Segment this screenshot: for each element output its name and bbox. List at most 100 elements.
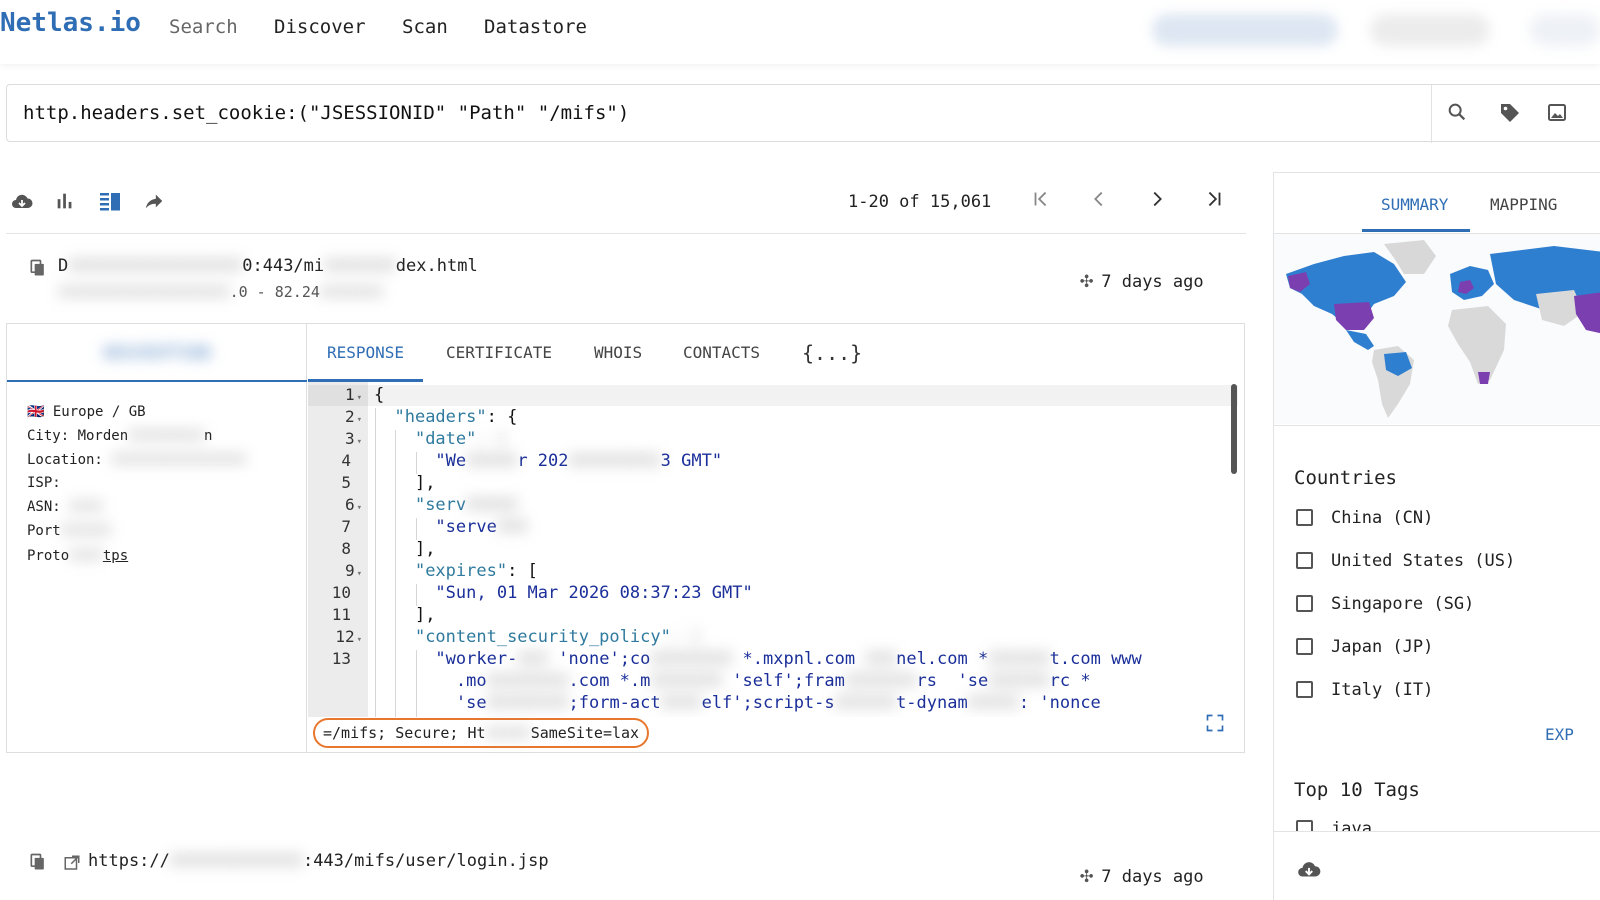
- info-port-redacted: XXXXXX: [60, 523, 112, 539]
- country-filter-sg[interactable]: Singapore (SG): [1296, 594, 1474, 614]
- expand-countries-link[interactable]: EXP: [1545, 725, 1574, 744]
- country-filter-jp[interactable]: Japan (JP): [1296, 637, 1433, 657]
- cloud-download-icon[interactable]: [9, 190, 35, 216]
- tab-certificate[interactable]: CERTIFICATE: [446, 324, 552, 382]
- world-map[interactable]: [1274, 234, 1600, 424]
- map-central-america: [1346, 330, 1374, 350]
- map-europe: [1450, 266, 1494, 300]
- tags-heading: Top 10 Tags: [1294, 779, 1420, 801]
- snippet-redacted: XXXXX: [485, 724, 531, 742]
- country-label: Singapore (SG): [1331, 594, 1475, 614]
- info-port-label: Port: [27, 523, 61, 539]
- tab-whois[interactable]: WHOIS: [594, 324, 642, 382]
- code-redacted: XXX: [496, 517, 528, 537]
- search-icon[interactable]: [1444, 101, 1470, 127]
- code-line-13-wrap-2: 'seXXXXXXXX;form-actXXXXelf';script-sXXX…: [374, 693, 1101, 713]
- checkbox[interactable]: [1296, 681, 1313, 698]
- info-asn-redacted: XXXX: [69, 499, 103, 515]
- code-redacted: XXXX: [660, 693, 702, 713]
- checkbox[interactable]: [1296, 820, 1313, 831]
- result2-url[interactable]: https://XXXXXXXXXXXXX:443/mifs/user/logi…: [88, 851, 549, 871]
- copy-icon[interactable]: [28, 258, 48, 283]
- country-filter-it[interactable]: Italy (IT): [1296, 680, 1433, 700]
- panel-divider: [1274, 425, 1600, 426]
- nav-scan[interactable]: Scan: [402, 16, 448, 38]
- first-page-icon[interactable]: [1027, 188, 1055, 216]
- nav-user-blurred[interactable]: [1530, 14, 1600, 46]
- code-line-2: "headers": {: [374, 407, 517, 427]
- nav-datastore[interactable]: Datastore: [484, 16, 587, 38]
- json-code-viewer[interactable]: 1 ▾ 2 ▾ 3 ▾ 4 5 6 ▾ 7 8 9 ▾ 10 11 12 ▾ 13 { "headers": { "…: [308, 382, 1244, 717]
- nav-search[interactable]: Search: [169, 16, 238, 38]
- fold-toggle-icon[interactable]: ▾: [357, 569, 362, 579]
- search-input[interactable]: http.headers.set_cookie:("JSESSIONID" "P…: [23, 102, 629, 124]
- checkbox[interactable]: [1296, 638, 1313, 655]
- result-subline-redacted: XXXXXXXXXXXXXXXXXXX: [58, 283, 230, 301]
- prev-page-icon[interactable]: [1085, 188, 1113, 216]
- line-number[interactable]: 6 ▾: [308, 495, 362, 514]
- info-location-redacted: XXXXXXXXXXXXXXXX: [111, 452, 247, 468]
- bar-chart-icon[interactable]: [52, 190, 78, 216]
- country-filter-us[interactable]: United States (US): [1296, 551, 1515, 571]
- fold-toggle-icon[interactable]: ▾: [357, 635, 362, 645]
- copy-icon[interactable]: [28, 853, 48, 877]
- netlas-logo[interactable]: Netlas.io: [0, 8, 141, 38]
- code-redacted: : [: [476, 429, 508, 449]
- info-protocol-link[interactable]: tps: [103, 548, 128, 564]
- code-line-1: {: [374, 385, 384, 405]
- nav-discover[interactable]: Discover: [274, 16, 366, 38]
- tab-description[interactable]: DESCRIPTION: [7, 324, 307, 382]
- result2-timestamp: ✣ 7 days ago: [1080, 863, 1204, 888]
- fullscreen-icon[interactable]: [1205, 713, 1225, 738]
- checkbox[interactable]: [1296, 595, 1313, 612]
- external-link-icon[interactable]: [63, 855, 81, 877]
- map-east-asia: [1574, 292, 1600, 334]
- tab-contacts[interactable]: CONTACTS: [683, 324, 760, 382]
- code-string: t.com www: [1049, 649, 1142, 669]
- fold-toggle-icon[interactable]: ▾: [357, 503, 362, 513]
- cloud-download-icon[interactable]: [1296, 857, 1322, 887]
- tab-summary[interactable]: SUMMARY: [1381, 195, 1448, 214]
- map-usa: [1334, 302, 1374, 330]
- map-africa: [1448, 306, 1506, 384]
- line-number[interactable]: 3 ▾: [308, 429, 362, 448]
- result-url[interactable]: DXXXXXXXXXXXXXXXXX0:443/miXXXXXXXdex.htm…: [58, 256, 478, 276]
- tag-filter-java[interactable]: java: [1296, 819, 1372, 831]
- country-label: United States (US): [1331, 551, 1516, 571]
- line-number[interactable]: 12 ▾: [308, 627, 362, 646]
- list-view-icon[interactable]: [97, 190, 123, 216]
- info-city-label: City: Morden: [27, 428, 129, 444]
- description-panel: DESCRIPTION 🇬🇧 Europe / GB City: MordenX…: [7, 324, 307, 752]
- tab-description-label: DESCRIPTION: [104, 343, 210, 362]
- code-scrollbar[interactable]: [1231, 384, 1237, 474]
- country-filter-cn[interactable]: China (CN): [1296, 508, 1433, 528]
- next-page-icon[interactable]: [1143, 188, 1171, 216]
- country-label: China (CN): [1331, 508, 1434, 528]
- last-page-icon[interactable]: [1200, 188, 1228, 216]
- account-area-blurred[interactable]: [1152, 14, 1338, 46]
- panel-divider: [1274, 831, 1600, 832]
- countries-heading: Countries: [1294, 467, 1397, 489]
- tag-icon[interactable]: [1497, 101, 1523, 127]
- code-line-4: "WeXXXXXr 202XXXXXXXXX3 GMT": [374, 451, 722, 471]
- scan-source-icon: ✣: [1080, 268, 1094, 293]
- code-text: ],: [414, 605, 436, 625]
- share-icon[interactable]: [141, 190, 167, 216]
- line-number[interactable]: 9 ▾: [308, 561, 362, 580]
- tab-mapping[interactable]: MAPPING: [1490, 195, 1557, 214]
- result-tabs: RESPONSE CERTIFICATE WHOIS CONTACTS {...…: [308, 324, 1244, 382]
- info-city-rest: n: [204, 428, 213, 444]
- code-line-11: ],: [374, 605, 435, 625]
- fold-toggle-icon[interactable]: ▾: [357, 415, 362, 425]
- image-search-icon[interactable]: [1545, 101, 1571, 127]
- line-number: 5: [341, 473, 351, 492]
- tab-raw-json[interactable]: {...}: [802, 324, 862, 382]
- fold-toggle-icon[interactable]: ▾: [357, 437, 362, 447]
- line-number[interactable]: 2 ▾: [308, 407, 362, 426]
- tab-response[interactable]: RESPONSE: [308, 324, 424, 382]
- checkbox[interactable]: [1296, 509, 1313, 526]
- nav-actions-blurred[interactable]: [1370, 14, 1490, 46]
- checkbox[interactable]: [1296, 552, 1313, 569]
- code-string: elf';script-s: [701, 693, 835, 713]
- active-line-highlight: [308, 385, 1238, 406]
